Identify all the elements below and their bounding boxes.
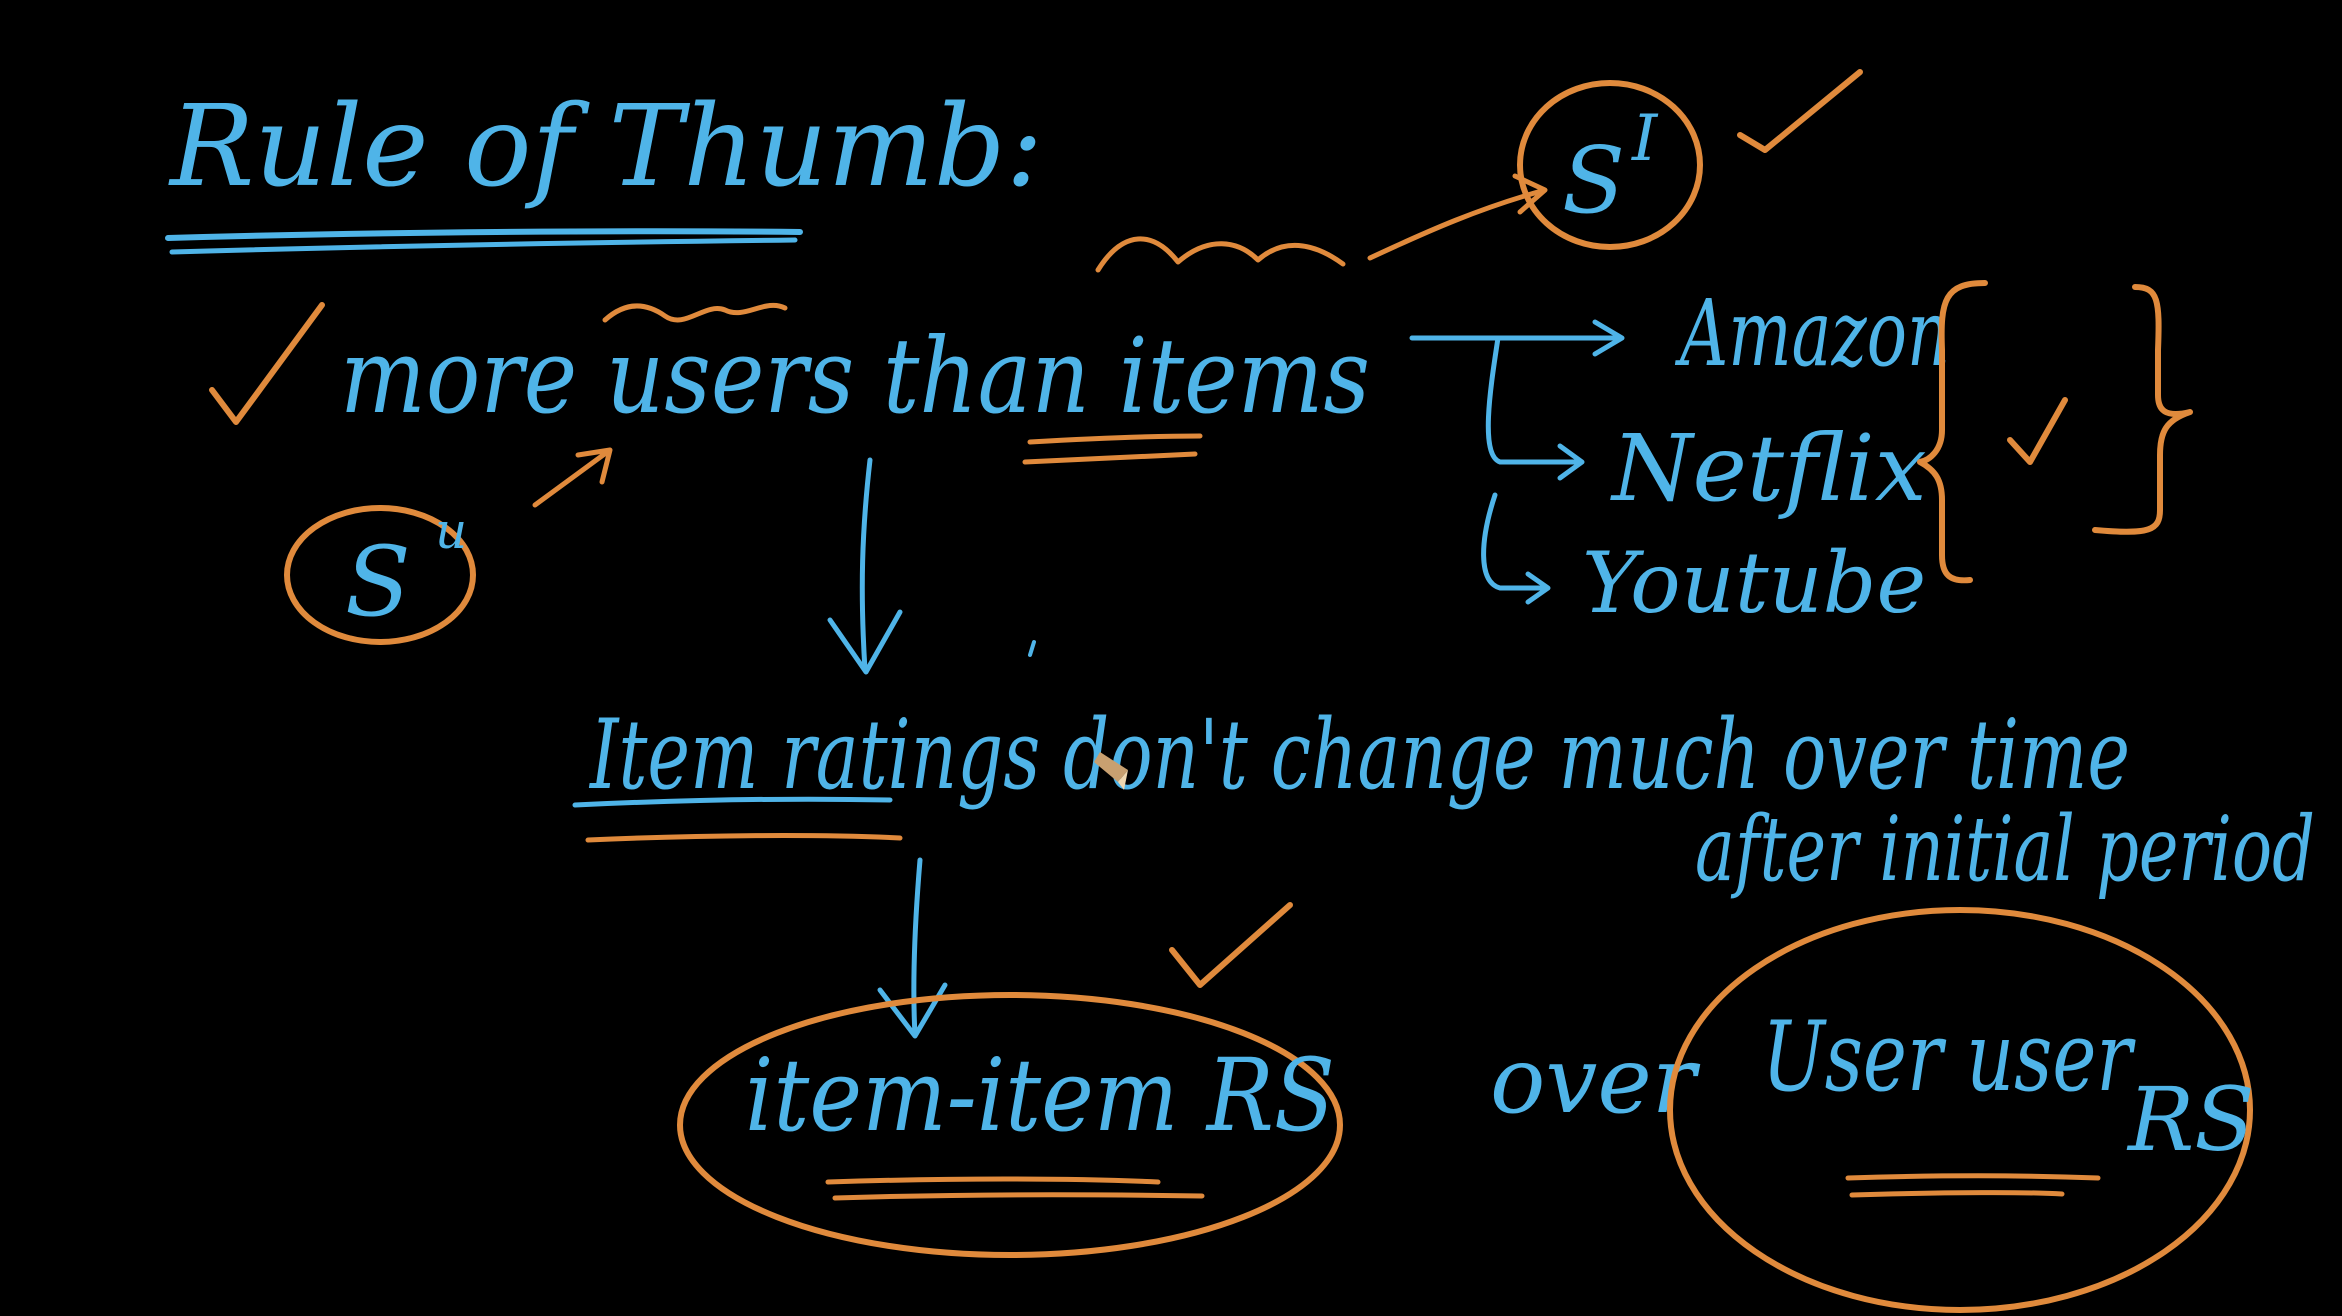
down-arrow-conclusion xyxy=(877,857,948,1039)
item-ratings-underline-orange xyxy=(585,833,903,843)
alternative-option-suffix: RS xyxy=(2126,1068,2255,1171)
whiteboard: Rule of Thumb: more users than items S u… xyxy=(0,0,2342,1316)
example-youtube: Youtube xyxy=(1582,534,1926,632)
example-amazon: Amazon xyxy=(1674,280,1950,387)
item-similarity-arrow xyxy=(1367,173,1548,261)
checkmark-icon xyxy=(1737,69,1863,153)
example-netflix: Netflix xyxy=(1610,415,1927,522)
heading-underline-second xyxy=(169,237,798,255)
items-underline-second xyxy=(1022,451,1198,465)
item-similarity-superscript: I xyxy=(1631,102,1659,176)
examples-arrow-main xyxy=(1409,319,1625,357)
preferred-option-text: item-item RS xyxy=(745,1037,1335,1154)
premise-text: more users than items xyxy=(340,315,1370,437)
down-arrow-observation xyxy=(827,457,903,675)
heading-underline xyxy=(165,228,803,241)
observation-line-1: Item ratings don't change much over time xyxy=(588,699,2130,811)
alternative-underline xyxy=(1845,1173,2101,1181)
preferred-underline-second xyxy=(832,1192,1205,1201)
user-similarity-arrow xyxy=(532,447,613,508)
item-similarity-symbol: S xyxy=(1562,127,1625,234)
examples-arrow-netflix xyxy=(1485,335,1585,481)
observation-line-2: after initial period xyxy=(1695,797,2315,902)
checkmark-icon xyxy=(2007,397,2068,465)
alternative-underline-second xyxy=(1849,1190,2065,1198)
checkmark-icon xyxy=(209,302,325,425)
user-similarity-superscript: u xyxy=(435,502,467,560)
user-similarity-symbol: S xyxy=(345,526,411,638)
preferred-underline xyxy=(825,1176,1161,1185)
heading-text: Rule of Thumb: xyxy=(168,82,1043,212)
checkmark-icon xyxy=(1169,902,1293,988)
items-squiggle xyxy=(1095,236,1346,273)
tick-mark xyxy=(1028,640,1036,657)
examples-arrow-youtube xyxy=(1481,492,1551,605)
alternative-option-text: User user xyxy=(1762,1001,2136,1113)
right-brace xyxy=(2092,284,2193,535)
